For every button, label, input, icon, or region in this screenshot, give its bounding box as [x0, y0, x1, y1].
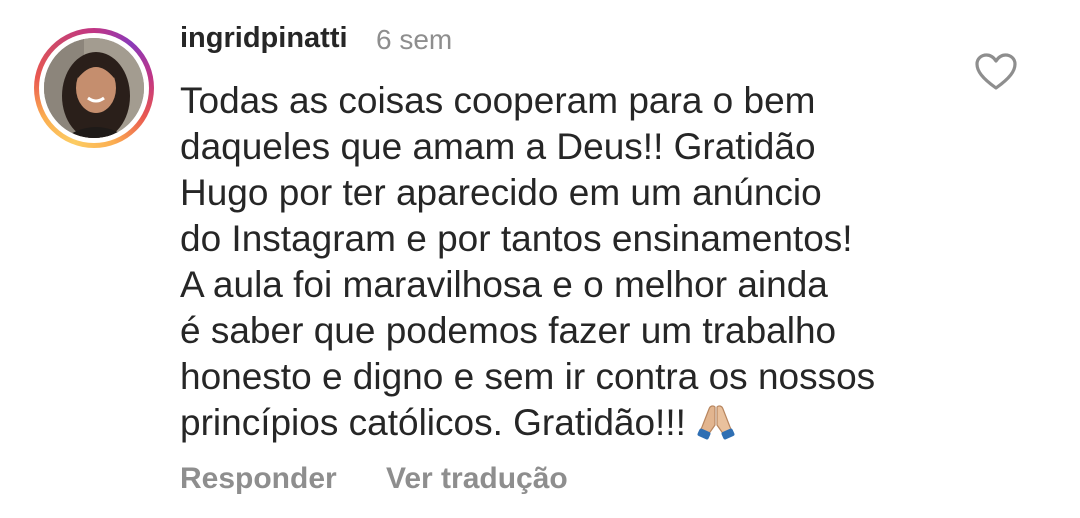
folded-hands-icon — [696, 401, 736, 452]
comment-line: princípios católicos. Gratidão!!! — [180, 402, 686, 443]
timestamp: 6 sem — [376, 24, 453, 55]
reply-button[interactable]: Responder — [180, 462, 337, 496]
comment-line: do Instagram e por tantos ensinamentos! — [180, 218, 853, 259]
comment-line: é saber que podemos fazer um trabalho — [180, 310, 837, 351]
comment-line: Hugo por ter aparecido em um anúncio — [180, 172, 822, 213]
avatar-gap — [39, 33, 149, 143]
comment-text: Todas as coisas cooperam para o bem daqu… — [180, 78, 950, 452]
story-ring[interactable] — [34, 28, 154, 148]
username[interactable]: ingridpinatti — [180, 22, 348, 55]
avatar-photo — [44, 38, 144, 138]
avatar[interactable] — [44, 38, 144, 138]
comment-line: daqueles que amam a Deus!! Gratidão — [180, 126, 816, 167]
heart-icon[interactable] — [974, 52, 1018, 92]
see-translation-button[interactable]: Ver tradução — [386, 462, 568, 496]
comment-line: honesto e digno e sem ir contra os nosso… — [180, 356, 876, 397]
comment: ingridpinatti 6 sem Todas as coisas coop… — [0, 0, 1080, 518]
comment-line-last: princípios católicos. Gratidão!!! — [180, 400, 950, 452]
comment-line: A aula foi maravilhosa e o melhor ainda — [180, 264, 828, 305]
comment-line: Todas as coisas cooperam para o bem — [180, 80, 816, 121]
